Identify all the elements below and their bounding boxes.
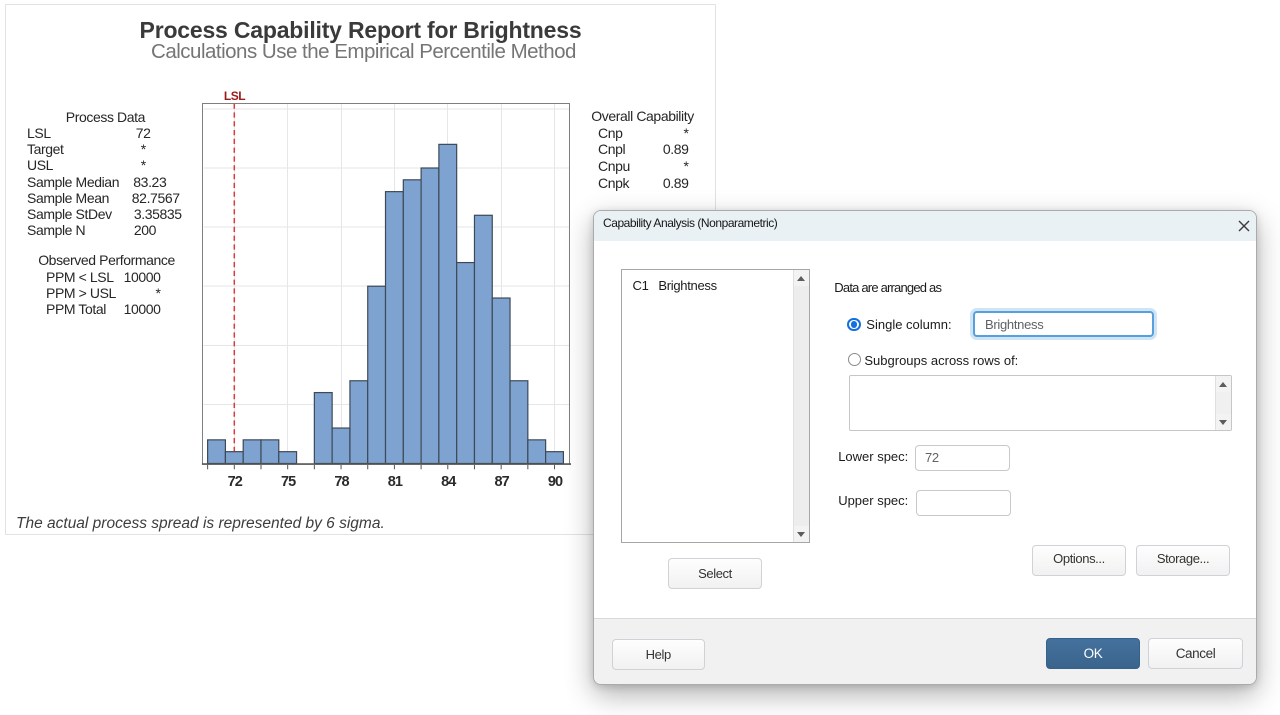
svg-text:84: 84 (441, 474, 456, 490)
svg-text:87: 87 (495, 474, 510, 490)
svg-text:75: 75 (281, 474, 296, 490)
svg-text:78: 78 (334, 474, 349, 490)
svg-text:72: 72 (228, 474, 243, 490)
svg-text:LSL: LSL (224, 89, 245, 103)
svg-text:90: 90 (548, 474, 563, 490)
svg-text:81: 81 (388, 474, 403, 490)
